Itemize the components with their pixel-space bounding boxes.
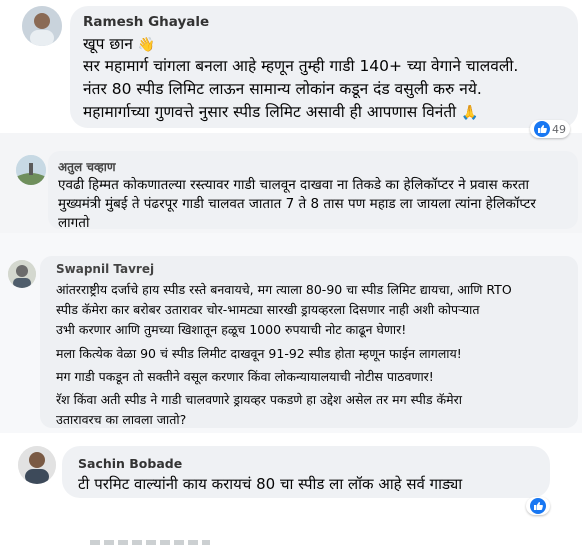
comment-line: एवढी हिम्मत कोकणातल्या रस्त्यावर गाडी चा… bbox=[58, 177, 530, 193]
profile-photo-icon bbox=[18, 446, 56, 484]
reaction-summary[interactable]: 49 bbox=[530, 120, 570, 138]
comment-line: महामार्गाच्या गुणवत्ते नुसार स्पीड लिमिट… bbox=[83, 100, 479, 122]
cut-off-next-comment bbox=[90, 540, 210, 545]
comment-line: टी परमिट वाल्यांनी काय करायचं 80 चा स्पी… bbox=[78, 475, 463, 493]
comment-author[interactable]: Swapnil Tavrej bbox=[56, 262, 154, 276]
comment-line: आंतरराष्ट्रीय दर्जाचे हाय स्पीड रस्ते बन… bbox=[56, 282, 512, 297]
comment-line: लागतो bbox=[58, 215, 90, 231]
like-reaction-icon bbox=[530, 498, 546, 514]
comment-line: नंतर 80 स्पीड लिमिट लाऊन सामान्य लोकांन … bbox=[83, 80, 482, 98]
like-reaction-icon bbox=[534, 121, 550, 137]
reaction-summary[interactable] bbox=[526, 497, 550, 515]
comment-line: उतारावरच का लावला जातो? bbox=[56, 412, 187, 427]
comment-line: रॅश किंवा अती स्पीड ने गाडी चालवणारे ड्र… bbox=[56, 392, 462, 407]
waving-hand-icon: 👋 bbox=[137, 37, 156, 53]
comment-author[interactable]: अतुल चव्हाण bbox=[58, 158, 116, 175]
comment-line: मला कित्येक वेळा 90 चं स्पीड लिमीट दाखवू… bbox=[56, 346, 462, 361]
avatar[interactable] bbox=[22, 6, 62, 46]
reaction-count: 49 bbox=[552, 122, 566, 136]
avatar[interactable] bbox=[16, 155, 46, 185]
folded-hands-icon: 🙏 bbox=[461, 105, 479, 121]
comment-text: खूप छान bbox=[83, 35, 133, 53]
comment-line: मुख्यमंत्री मुंबई ते पंढरपूर गाडी चालवत … bbox=[58, 196, 536, 212]
comment-line: खूप छान 👋 bbox=[83, 32, 155, 54]
comment-author[interactable]: Sachin Bobade bbox=[78, 456, 182, 471]
comment-line: स्पीड कॅमेरा कार बरोबर उतारावर चोर-भामट्… bbox=[56, 302, 480, 317]
profile-photo-icon bbox=[16, 155, 46, 185]
avatar[interactable] bbox=[8, 260, 36, 288]
profile-photo-icon bbox=[8, 260, 36, 288]
comment-line: मग गाडी पकडून तो सक्तीने वसूल करणार किंव… bbox=[56, 369, 434, 384]
profile-photo-icon bbox=[22, 6, 62, 46]
avatar[interactable] bbox=[18, 446, 56, 484]
comment-line: उभी करणार आणि तुमच्या खिशातून हळूच 1000 … bbox=[56, 322, 407, 337]
comment-author[interactable]: Ramesh Ghayale bbox=[83, 14, 209, 30]
comment-text: महामार्गाच्या गुणवत्ते नुसार स्पीड लिमिट… bbox=[83, 103, 457, 121]
comment-line: सर महामार्ग चांगला बनला आहे म्हणून तुम्ह… bbox=[83, 57, 519, 75]
